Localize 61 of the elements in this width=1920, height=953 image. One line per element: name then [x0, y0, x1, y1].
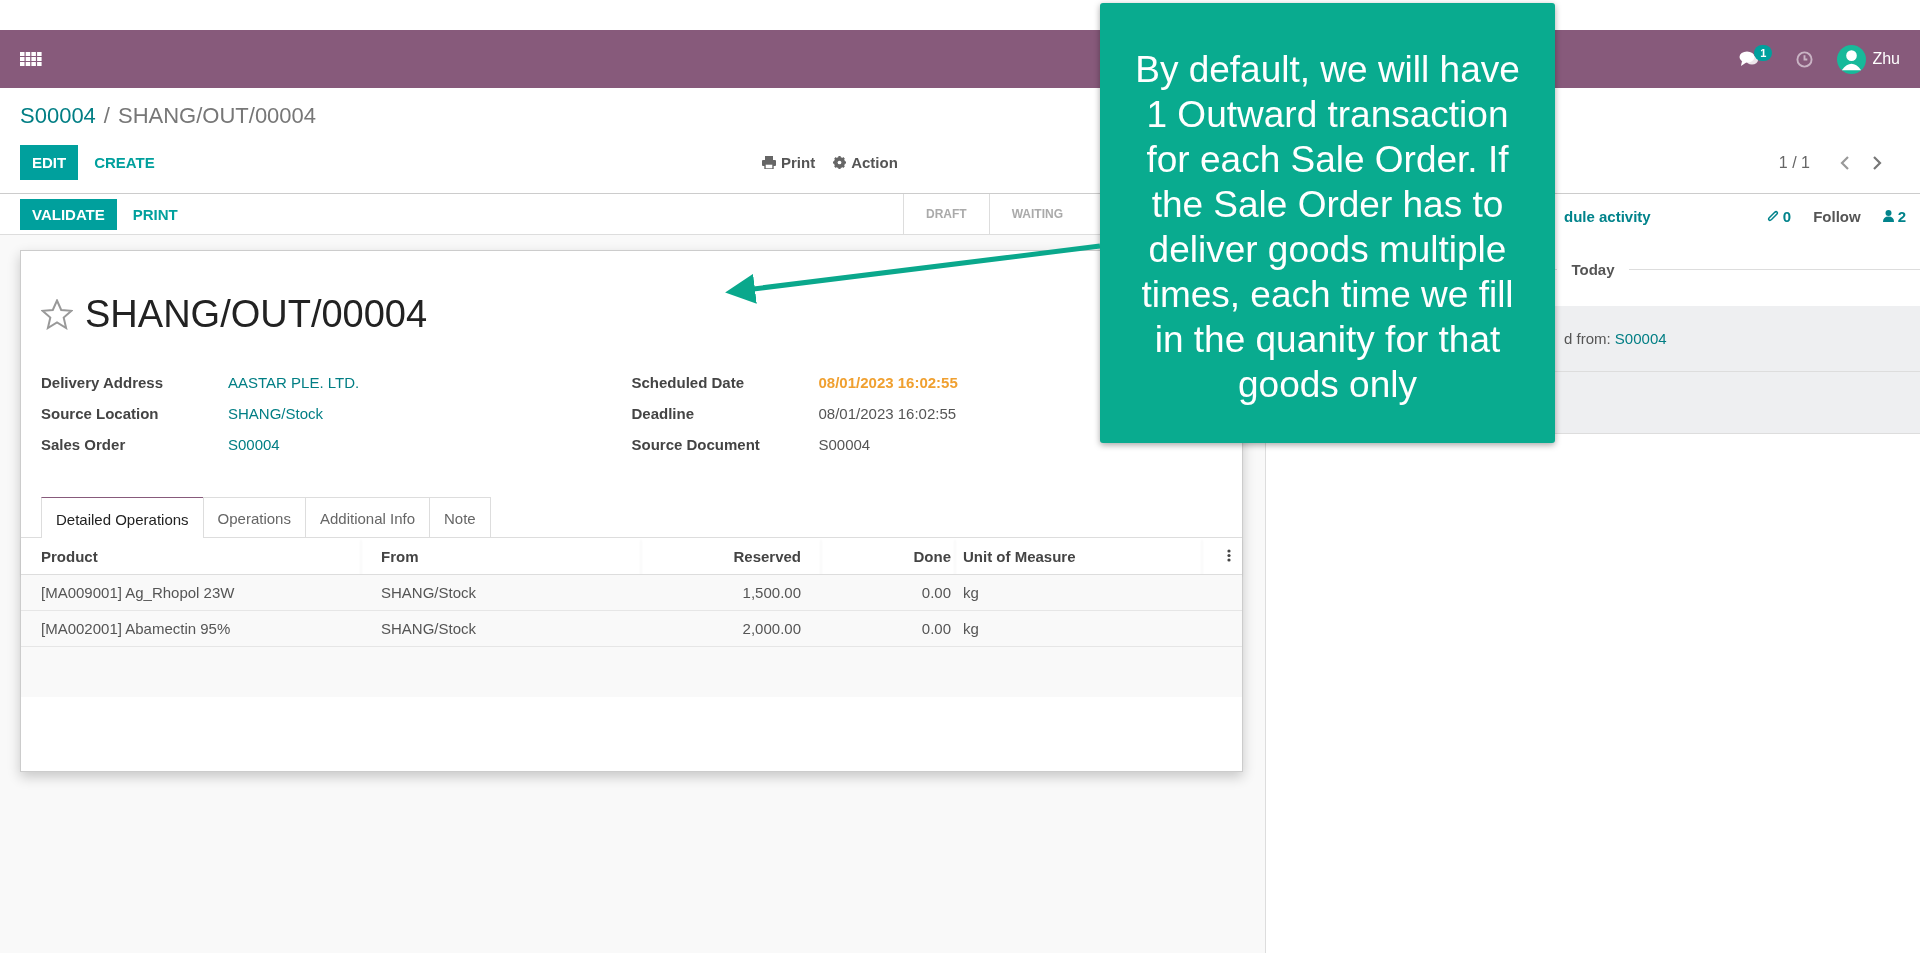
table-cell: SHANG/Stock: [381, 620, 477, 637]
column-header[interactable]: Done: [913, 548, 951, 565]
breadcrumb-current: SHANG/OUT/00004: [118, 103, 317, 129]
table-cell: 1,500.00: [742, 584, 801, 601]
message-text: d from: S00004: [1564, 330, 1667, 347]
avatar-icon[interactable]: [1837, 44, 1867, 74]
table-cell: 0.00: [921, 620, 951, 637]
paperclip-icon: [1766, 209, 1779, 223]
tab[interactable]: Note: [429, 497, 491, 537]
table-cell: SHANG/Stock: [381, 584, 477, 601]
table-cell: [MA002001] Abamectin 95%: [41, 620, 231, 637]
field-value: S00004: [818, 436, 871, 453]
user-name[interactable]: Zhu: [1872, 50, 1900, 68]
column-header[interactable]: Unit of Measure: [963, 548, 1076, 565]
table-cell: kg: [963, 584, 979, 601]
person-icon: [1882, 210, 1894, 222]
settings-icon: [833, 156, 847, 169]
edit-button[interactable]: EDIT: [20, 145, 79, 180]
table-cell: 2,000.00: [742, 620, 801, 637]
message-link[interactable]: S00004: [1614, 330, 1667, 347]
tab[interactable]: Detailed Operations: [41, 497, 204, 538]
field-value: 08/01/2023 16:02:55: [818, 374, 958, 391]
field-label: Source Document: [631, 436, 761, 453]
followers-button[interactable]: 2: [1882, 207, 1906, 225]
pager-counter: 1 / 1: [1778, 153, 1810, 172]
breadcrumb-link[interactable]: S00004: [20, 103, 96, 129]
create-button[interactable]: CREATE: [82, 145, 167, 180]
schedule-activity-link[interactable]: dule activity: [1564, 207, 1651, 225]
notification-badge: 1: [1754, 45, 1773, 61]
field-link[interactable]: AASTAR PLE. LTD.: [228, 374, 360, 391]
breadcrumb-separator: /: [103, 103, 110, 129]
field-link[interactable]: SHANG/Stock: [228, 405, 324, 422]
field-label: Deadline: [631, 405, 696, 422]
field-link[interactable]: S00004: [228, 436, 280, 453]
field-label: Sales Order: [41, 436, 127, 453]
column-header[interactable]: Product: [41, 548, 98, 565]
field-label: Source Location: [41, 405, 160, 422]
print-dropdown[interactable]: Print: [760, 152, 818, 173]
field-label: Scheduled Date: [631, 374, 746, 391]
callout-note: By default, we will have 1 Outward transaction for each Sale Order. If the Sale Order has to deliver goods multiple times, each time we fill in the quanity for that goods only: [1100, 3, 1555, 443]
column-header[interactable]: Reserved: [733, 548, 801, 565]
star-icon[interactable]: [41, 299, 73, 330]
column-header[interactable]: From: [381, 548, 419, 565]
validate-button[interactable]: VALIDATE: [20, 198, 117, 230]
print-button[interactable]: PRINT: [120, 198, 190, 230]
previous-icon[interactable]: [1840, 155, 1850, 170]
clock-icon[interactable]: [1796, 50, 1814, 68]
table-cell: [MA009001] Ag_Rhopol 23W: [41, 584, 235, 601]
apps-menu-icon[interactable]: [20, 52, 42, 66]
table-cell: 0.00: [921, 584, 951, 601]
attachments-button[interactable]: 0: [1766, 207, 1792, 225]
table-cell: kg: [963, 620, 979, 637]
date-separator: Today: [1570, 260, 1616, 278]
printer-icon: [762, 156, 776, 169]
action-dropdown[interactable]: Action: [831, 152, 900, 173]
column-options-icon[interactable]: [1227, 549, 1231, 562]
record-title: SHANG/OUT/00004: [85, 293, 428, 336]
follow-button[interactable]: Follow: [1813, 207, 1861, 225]
field-value: 08/01/2023 16:02:55: [818, 405, 957, 422]
field-label: Delivery Address: [41, 374, 164, 391]
next-icon[interactable]: [1872, 155, 1882, 170]
